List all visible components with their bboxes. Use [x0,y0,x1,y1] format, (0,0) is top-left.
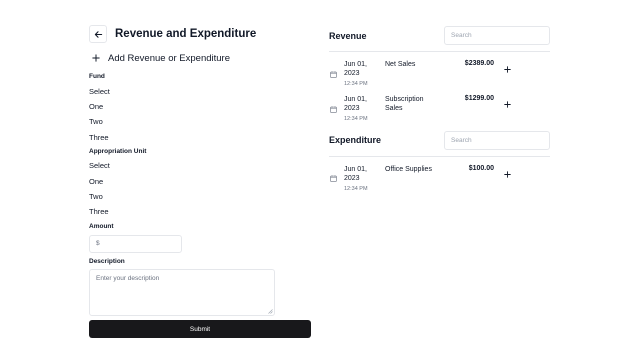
revenue-search-input[interactable]: Search [444,26,550,45]
fund-option[interactable]: One [89,102,103,111]
revenue-row-time: 12:34 PM [344,116,368,122]
calendar-icon [330,106,337,113]
calendar-icon [330,175,337,182]
appropriation-option[interactable]: Two [89,192,103,201]
revenue-row-year: 2023 [344,105,360,112]
amount-input[interactable]: $ [89,235,182,253]
revenue-row-description-cont: Sales [385,105,403,112]
revenue-row-description: Net Sales [385,61,416,68]
back-button[interactable] [89,25,107,43]
description-label: Description [89,258,125,265]
description-textarea[interactable]: Enter your description [89,269,275,316]
expenditure-title: Expenditure [329,135,382,145]
expenditure-search-input[interactable]: Search [444,131,550,150]
fund-label: Fund [89,73,105,80]
expenditure-row-description: Office Supplies [385,166,432,173]
fund-option[interactable]: Three [89,133,109,142]
submit-button[interactable]: Submit [89,320,311,338]
resize-grip-icon[interactable] [268,309,273,314]
fund-option[interactable]: Select [89,87,110,96]
page-title: Revenue and Expenditure [115,28,257,40]
expenditure-row-time: 12:34 PM [344,186,368,192]
add-section-title: Add Revenue or Expenditure [108,53,230,64]
plus-icon[interactable] [90,52,102,64]
appropriation-option[interactable]: Three [89,207,109,216]
appropriation-option[interactable]: One [89,177,103,186]
revenue-row-amount: $1299.00 [464,95,494,102]
divider [329,156,550,157]
fund-option[interactable]: Two [89,117,103,126]
revenue-row-amount: $2389.00 [464,60,494,67]
description-placeholder: Enter your description [96,275,160,282]
appropriation-option[interactable]: Select [89,161,110,170]
amount-label: Amount [89,223,114,230]
expenditure-row-amount: $100.00 [468,165,494,172]
plus-icon[interactable] [503,170,511,178]
revenue-row-year: 2023 [344,70,360,77]
arrow-left-icon [94,30,102,38]
revenue-row-time: 12:34 PM [344,81,368,87]
revenue-title: Revenue [329,31,367,41]
plus-icon[interactable] [503,65,511,73]
plus-icon[interactable] [503,100,511,108]
calendar-icon [330,71,337,78]
appropriation-unit-label: Appropriation Unit [89,148,147,155]
expenditure-row-year: 2023 [344,175,360,182]
divider [329,51,550,52]
